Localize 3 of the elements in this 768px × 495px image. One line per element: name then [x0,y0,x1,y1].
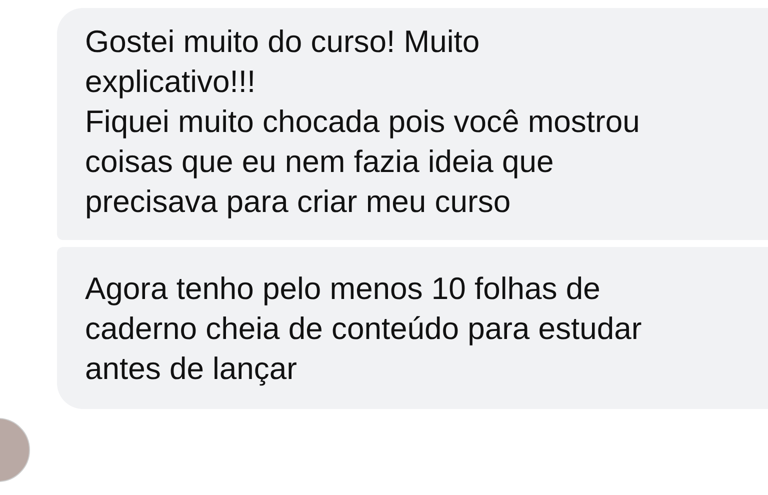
message-text: Gostei muito do curso! Muito explicativo!!! [85,23,481,101]
message-text: Fiquei muito chocada pois você mostrou coisas que eu nem fazia ideia que precisava para criar meu curso [85,103,641,221]
message-text: Agora tenho pelo menos 10 folhas de caderno cheia de conteúdo para estudar antes de lançar [85,270,643,388]
